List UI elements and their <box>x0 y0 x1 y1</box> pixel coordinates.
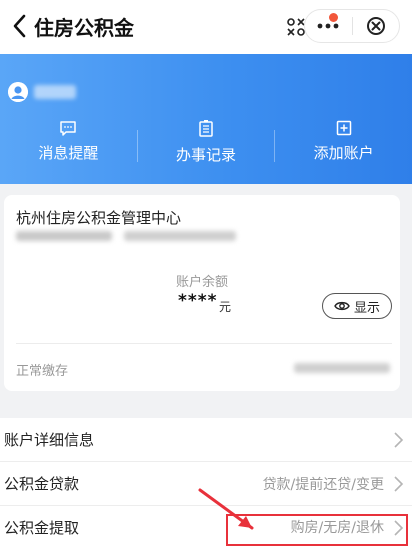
menu-item-label: 账户详细信息 <box>4 431 95 449</box>
scan-icon <box>287 18 305 36</box>
account-status: 正常缴存 <box>16 364 69 379</box>
show-button-label: 显示 <box>353 300 380 316</box>
menu-item-account-details[interactable]: 账户详细信息 <box>0 418 412 462</box>
menu-item-label: 公积金贷款 <box>4 475 80 493</box>
annotation-highlight-box <box>226 514 408 546</box>
more-button[interactable] <box>305 10 352 42</box>
chevron-right-icon <box>394 476 404 492</box>
show-balance-button[interactable]: 显示 <box>322 293 392 319</box>
balance-value: **** <box>178 291 218 311</box>
app-header: 住房公积金 <box>0 0 412 54</box>
menu-item-label: 公积金提取 <box>4 518 80 537</box>
banner-item-records[interactable]: 办事记录 <box>138 120 275 168</box>
banner-item-label: 办事记录 <box>176 146 237 164</box>
balance-unit: 元 <box>219 300 232 314</box>
close-button[interactable] <box>352 10 399 42</box>
mini-program-capsule <box>304 9 400 43</box>
banner-item-label: 添加账户 <box>313 144 374 162</box>
account-id-redacted <box>124 231 236 241</box>
user-icon <box>8 82 28 102</box>
chevron-left-icon <box>13 14 26 38</box>
eye-icon <box>334 301 350 311</box>
chevron-right-icon <box>394 432 404 448</box>
balance-label: 账户余额 <box>176 275 229 290</box>
page-title: 住房公积金 <box>34 16 134 40</box>
close-circle-icon <box>366 17 385 35</box>
account-number-redacted <box>16 231 112 241</box>
account-card[interactable]: 杭州住房公积金管理中心 账户余额 **** 元 显示 正常缴存 <box>4 195 400 391</box>
add-square-icon <box>336 120 351 136</box>
user-name-redacted <box>34 85 76 99</box>
banner-item-add-account[interactable]: 添加账户 <box>275 120 412 168</box>
notification-dot <box>328 13 338 22</box>
user-row <box>8 82 76 102</box>
banner-actions: 消息提醒 办事记录 添加账户 <box>0 120 412 168</box>
document-icon <box>199 120 213 137</box>
card-divider <box>16 343 392 344</box>
banner-item-label: 消息提醒 <box>38 144 99 162</box>
menu-item-subtitle: 贷款/提前还贷/变更 <box>262 476 384 493</box>
menu-item-loan[interactable]: 公积金贷款 贷款/提前还贷/变更 <box>0 462 412 506</box>
message-icon <box>60 121 77 136</box>
center-name: 杭州住房公积金管理中心 <box>16 209 182 227</box>
banner-item-messages[interactable]: 消息提醒 <box>0 120 137 168</box>
more-dots-icon <box>317 23 339 29</box>
status-detail-redacted <box>294 363 390 373</box>
back-button[interactable] <box>8 12 30 40</box>
avatar[interactable] <box>8 82 28 102</box>
